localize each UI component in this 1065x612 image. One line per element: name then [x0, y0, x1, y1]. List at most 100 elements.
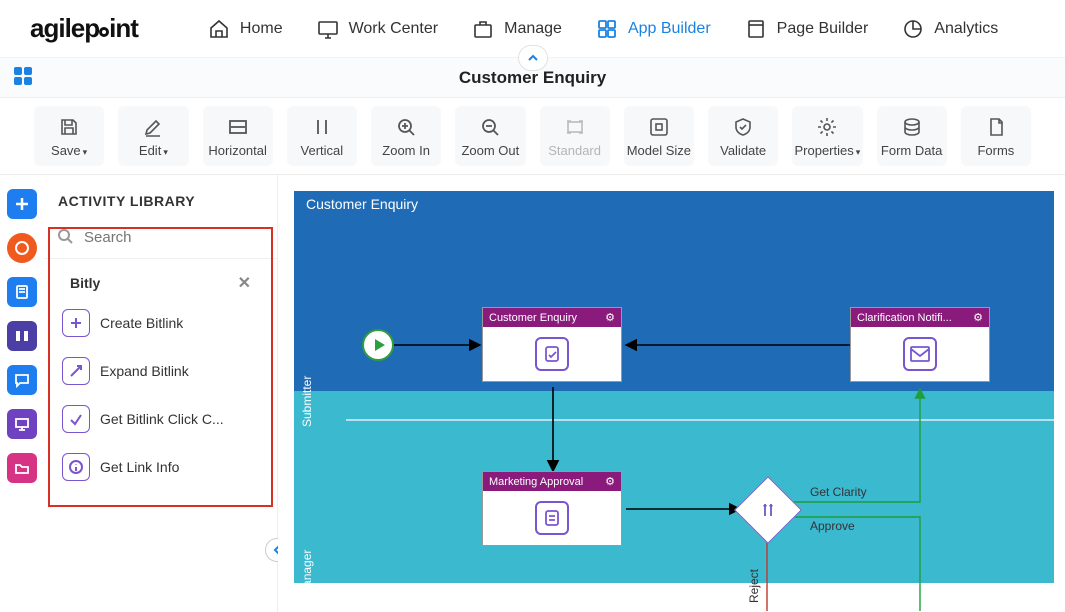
edge-label-reject: Reject: [747, 569, 761, 603]
nav-page-builder[interactable]: Page Builder: [745, 18, 869, 40]
monitor-icon: [317, 18, 339, 40]
briefcase-icon: [472, 18, 494, 40]
nav-work-center[interactable]: Work Center: [317, 18, 439, 40]
toolbar-label: Edit▾: [139, 143, 168, 158]
rail-chat-icon[interactable]: [7, 365, 37, 395]
gear-icon[interactable]: ⚙: [605, 475, 615, 488]
horizontal-icon: [227, 115, 249, 139]
rail-present-icon[interactable]: [7, 409, 37, 439]
clipboard-icon: [535, 501, 569, 535]
activity-label: Create Bitlink: [100, 315, 183, 331]
expand-icon: [62, 357, 90, 385]
nav-manage[interactable]: Manage: [472, 18, 562, 40]
activity-create-bitlink[interactable]: Create Bitlink: [56, 299, 265, 347]
toolbar-label: Zoom Out: [461, 143, 519, 158]
nav-home[interactable]: Home: [208, 18, 283, 40]
library-header: ACTIVITY LIBRARY: [44, 183, 277, 221]
nav-label: Home: [240, 20, 283, 38]
zoom-out-icon: [479, 115, 501, 139]
search-input[interactable]: [82, 228, 285, 247]
node-marketing-approval[interactable]: Marketing Approval ⚙: [482, 471, 622, 546]
library-category-row: Bitly ✕: [56, 261, 265, 299]
grid-icon: [596, 18, 618, 40]
gear-icon[interactable]: ⚙: [973, 311, 983, 324]
edit-button[interactable]: Edit▾: [118, 106, 188, 166]
gear-icon: [816, 115, 838, 139]
zoom-in-button[interactable]: Zoom In: [371, 106, 441, 166]
activity-label: Expand Bitlink: [100, 363, 189, 379]
validate-button[interactable]: Validate: [708, 106, 778, 166]
toolbar-label: Vertical: [301, 143, 344, 158]
nav-label: Work Center: [349, 20, 439, 38]
process-title: Customer Enquiry: [294, 191, 1054, 219]
add-button[interactable]: [7, 189, 37, 219]
toolbar-label: Form Data: [881, 143, 942, 158]
toolbar-label: Validate: [720, 143, 766, 158]
view-grid-icon[interactable]: [12, 65, 34, 90]
title-bar: Customer Enquiry: [0, 58, 1065, 98]
toolbar-label: Zoom In: [382, 143, 430, 158]
model-size-button[interactable]: Model Size: [624, 106, 694, 166]
rail-bitly-icon[interactable]: [7, 233, 37, 263]
nav-analytics[interactable]: Analytics: [902, 18, 998, 40]
properties-button[interactable]: Properties▾: [792, 106, 862, 166]
decision-icon: [745, 487, 791, 533]
zoom-out-button[interactable]: Zoom Out: [455, 106, 525, 166]
rail-clipboard-icon[interactable]: [7, 277, 37, 307]
canvas-wrap: Customer Enquiry Submitter Marketing Man…: [278, 175, 1065, 612]
database-icon: [901, 115, 923, 139]
edge-label-get-clarity: Get Clarity: [810, 485, 867, 499]
nav-items: Home Work Center Manage App Builder Page…: [208, 18, 998, 40]
node-title: Customer Enquiry: [489, 312, 577, 324]
home-icon: [208, 18, 230, 40]
logo: agilepint: [30, 13, 138, 44]
standard-icon: [564, 115, 586, 139]
node-customer-enquiry[interactable]: Customer Enquiry ⚙: [482, 307, 622, 382]
nav-label: Manage: [504, 20, 562, 38]
toolbar-label: Forms: [977, 143, 1014, 158]
info-icon: [62, 453, 90, 481]
pie-icon: [902, 18, 924, 40]
plus-box-icon: [62, 309, 90, 337]
toolbar-label: Standard: [548, 143, 601, 158]
process-canvas[interactable]: Customer Enquiry Submitter Marketing Man…: [294, 191, 1054, 611]
activity-library: ACTIVITY LIBRARY Bitly ✕ Create Bitlink …: [44, 175, 278, 612]
decision-node[interactable]: [734, 476, 802, 544]
gear-icon[interactable]: ⚙: [605, 311, 615, 324]
toolbar-label: Horizontal: [208, 143, 267, 158]
collapse-top-icon[interactable]: [518, 45, 548, 71]
form-data-button[interactable]: Form Data: [877, 106, 947, 166]
node-clarification[interactable]: Clarification Notifi...⚙: [850, 307, 990, 382]
nav-app-builder[interactable]: App Builder: [596, 18, 711, 40]
main-area: ACTIVITY LIBRARY Bitly ✕ Create Bitlink …: [0, 175, 1065, 612]
horizontal-button[interactable]: Horizontal: [203, 106, 273, 166]
forms-icon: [985, 115, 1007, 139]
save-button[interactable]: Save▾: [34, 106, 104, 166]
node-title: Marketing Approval: [489, 476, 583, 488]
nav-label: Page Builder: [777, 20, 869, 38]
vertical-icon: [311, 115, 333, 139]
start-node[interactable]: [362, 329, 394, 361]
model-size-icon: [648, 115, 670, 139]
activity-click-count[interactable]: Get Bitlink Click C...: [56, 395, 265, 443]
activity-expand-bitlink[interactable]: Expand Bitlink: [56, 347, 265, 395]
nav-label: Analytics: [934, 20, 998, 38]
activity-get-link-info[interactable]: Get Link Info: [56, 443, 265, 491]
edge-label-approve: Approve: [810, 519, 855, 533]
rail-columns-icon[interactable]: [7, 321, 37, 351]
library-category-box: Bitly ✕ Create Bitlink Expand Bitlink Ge…: [48, 227, 273, 507]
standard-button: Standard: [540, 106, 610, 166]
toolbar-label: Save▾: [51, 143, 87, 158]
validate-icon: [732, 115, 754, 139]
close-icon[interactable]: ✕: [238, 273, 251, 293]
rail-folder-icon[interactable]: [7, 453, 37, 483]
lane-area: Customer Enquiry ⚙ Clarification Notifi..…: [320, 219, 1054, 611]
category-label: Bitly: [70, 275, 100, 291]
lane-divider: [346, 419, 1054, 421]
vertical-button[interactable]: Vertical: [287, 106, 357, 166]
check-icon: [62, 405, 90, 433]
toolbar: Save▾ Edit▾ Horizontal Vertical Zoom In …: [0, 98, 1065, 175]
page-icon: [745, 18, 767, 40]
forms-button[interactable]: Forms: [961, 106, 1031, 166]
nav-label: App Builder: [628, 20, 711, 38]
